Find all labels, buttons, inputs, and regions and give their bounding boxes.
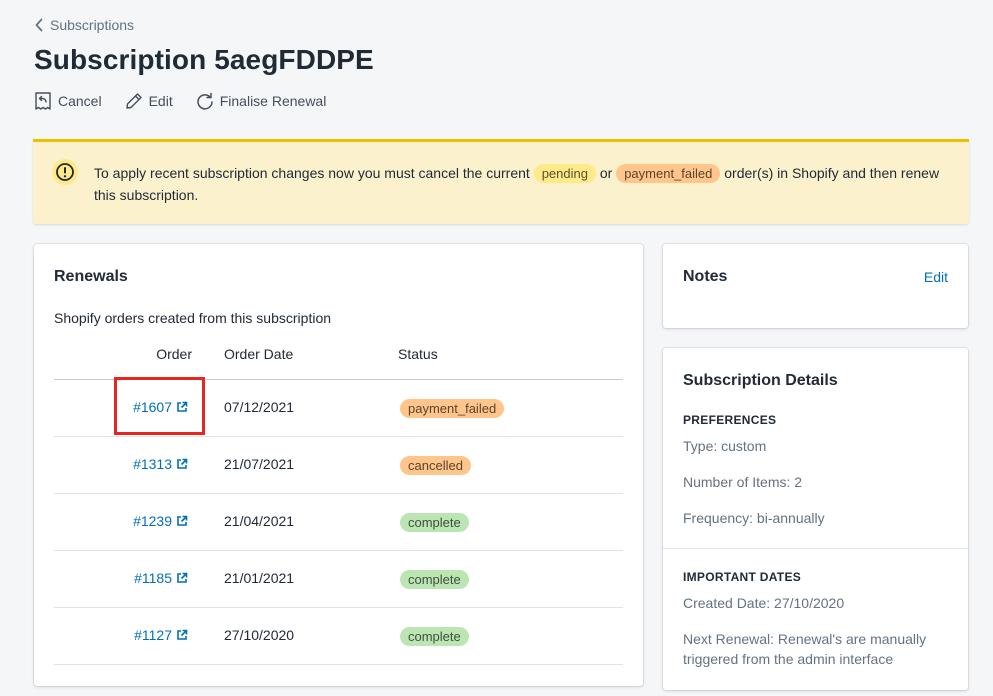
detail-number-of-items: Number of Items: 2 — [683, 474, 803, 490]
status-badge: complete — [400, 513, 469, 532]
order-number: #1313 — [133, 456, 172, 472]
refresh-icon — [196, 92, 213, 110]
notes-edit-link[interactable]: Edit — [924, 269, 948, 285]
subscription-details-card: Subscription Details PREFERENCES Type: c… — [663, 348, 968, 690]
detail-next-renewal: Next Renewal: Renewal's are manually tri… — [683, 631, 927, 667]
warning-banner-text: To apply recent subscription changes now… — [94, 162, 954, 206]
order-date: 27/10/2020 — [224, 627, 295, 643]
renewals-title: Renewals — [54, 268, 128, 285]
warning-circle-icon — [52, 159, 78, 185]
status-badge-cell: cancelled — [400, 456, 471, 475]
order-date: 21/07/2021 — [224, 456, 295, 472]
banner-text-or: or — [599, 165, 613, 181]
section-divider — [663, 548, 968, 549]
edit-label: Edit — [148, 93, 173, 109]
pending-badge: pending — [533, 164, 596, 183]
table-row: #1127 27/10/2020 complete — [54, 608, 623, 665]
order-date: 07/12/2021 — [224, 399, 295, 415]
column-order-date: Order Date — [224, 346, 294, 362]
status-badge-cell: complete — [400, 570, 469, 589]
order-number: #1185 — [134, 570, 172, 586]
detail-type: Type: custom — [683, 438, 767, 454]
banner-text-before: To apply recent subscription changes now… — [94, 165, 530, 181]
renewals-table-header: Order Order Date Status — [54, 336, 623, 380]
external-link-icon — [177, 572, 188, 583]
external-link-icon — [177, 401, 188, 412]
column-order: Order — [156, 346, 192, 362]
page-actions: Cancel Edit Finalise Renewal — [33, 91, 326, 111]
cancel-button[interactable]: Cancel — [33, 91, 102, 111]
external-link-icon — [177, 458, 188, 469]
status-badge: complete — [400, 627, 469, 646]
finalise-renewal-button[interactable]: Finalise Renewal — [195, 91, 327, 111]
status-badge-cell: payment_failed — [400, 399, 505, 418]
cancel-receipt-icon — [35, 92, 51, 110]
detail-frequency: Frequency: bi-annually — [683, 510, 825, 526]
order-number: #1239 — [133, 513, 172, 529]
detail-created-date: Created Date: 27/10/2020 — [683, 595, 845, 611]
chevron-left-icon — [35, 18, 43, 32]
external-link-icon — [177, 515, 188, 526]
order-link[interactable]: #1607 — [133, 399, 188, 415]
page-title: Subscription 5aegFDDPE — [34, 44, 374, 75]
breadcrumb-label: Subscriptions — [50, 17, 135, 33]
order-number: #1607 — [133, 399, 172, 415]
notes-title: Notes — [683, 268, 728, 285]
cancel-label: Cancel — [58, 93, 102, 109]
order-number: #1127 — [134, 627, 172, 643]
preferences-heading: PREFERENCES — [683, 413, 777, 427]
renewals-subtitle: Shopify orders created from this subscri… — [54, 310, 332, 326]
status-badge: payment_failed — [400, 399, 505, 418]
pencil-icon — [125, 93, 142, 109]
order-date: 21/04/2021 — [224, 513, 295, 529]
table-row: #1313 21/07/2021 cancelled — [54, 437, 623, 494]
table-row: #1607 07/12/2021 payment_failed — [54, 380, 623, 437]
status-badge-cell: complete — [400, 513, 469, 532]
order-link[interactable]: #1127 — [134, 627, 188, 643]
finalise-renewal-label: Finalise Renewal — [219, 93, 327, 109]
order-link[interactable]: #1313 — [133, 456, 188, 472]
table-row: #1239 21/04/2021 complete — [54, 494, 623, 551]
order-date: 21/01/2021 — [224, 570, 295, 586]
notes-card: Notes Edit — [663, 244, 968, 328]
table-row: #1185 21/01/2021 complete — [54, 551, 623, 608]
order-link[interactable]: #1185 — [134, 570, 188, 586]
external-link-icon — [177, 629, 188, 640]
column-status: Status — [398, 346, 438, 362]
status-badge-cell: complete — [400, 627, 469, 646]
payment-failed-badge: payment_failed — [616, 164, 721, 183]
details-title: Subscription Details — [683, 372, 838, 389]
status-badge: cancelled — [400, 456, 471, 475]
edit-button[interactable]: Edit — [124, 91, 173, 111]
status-badge: complete — [400, 570, 469, 589]
important-dates-heading: IMPORTANT DATES — [683, 570, 802, 584]
order-link[interactable]: #1239 — [133, 513, 188, 529]
warning-banner: To apply recent subscription changes now… — [33, 139, 969, 224]
renewals-card: Renewals Shopify orders created from thi… — [34, 244, 643, 686]
breadcrumb[interactable]: Subscriptions — [34, 17, 134, 33]
